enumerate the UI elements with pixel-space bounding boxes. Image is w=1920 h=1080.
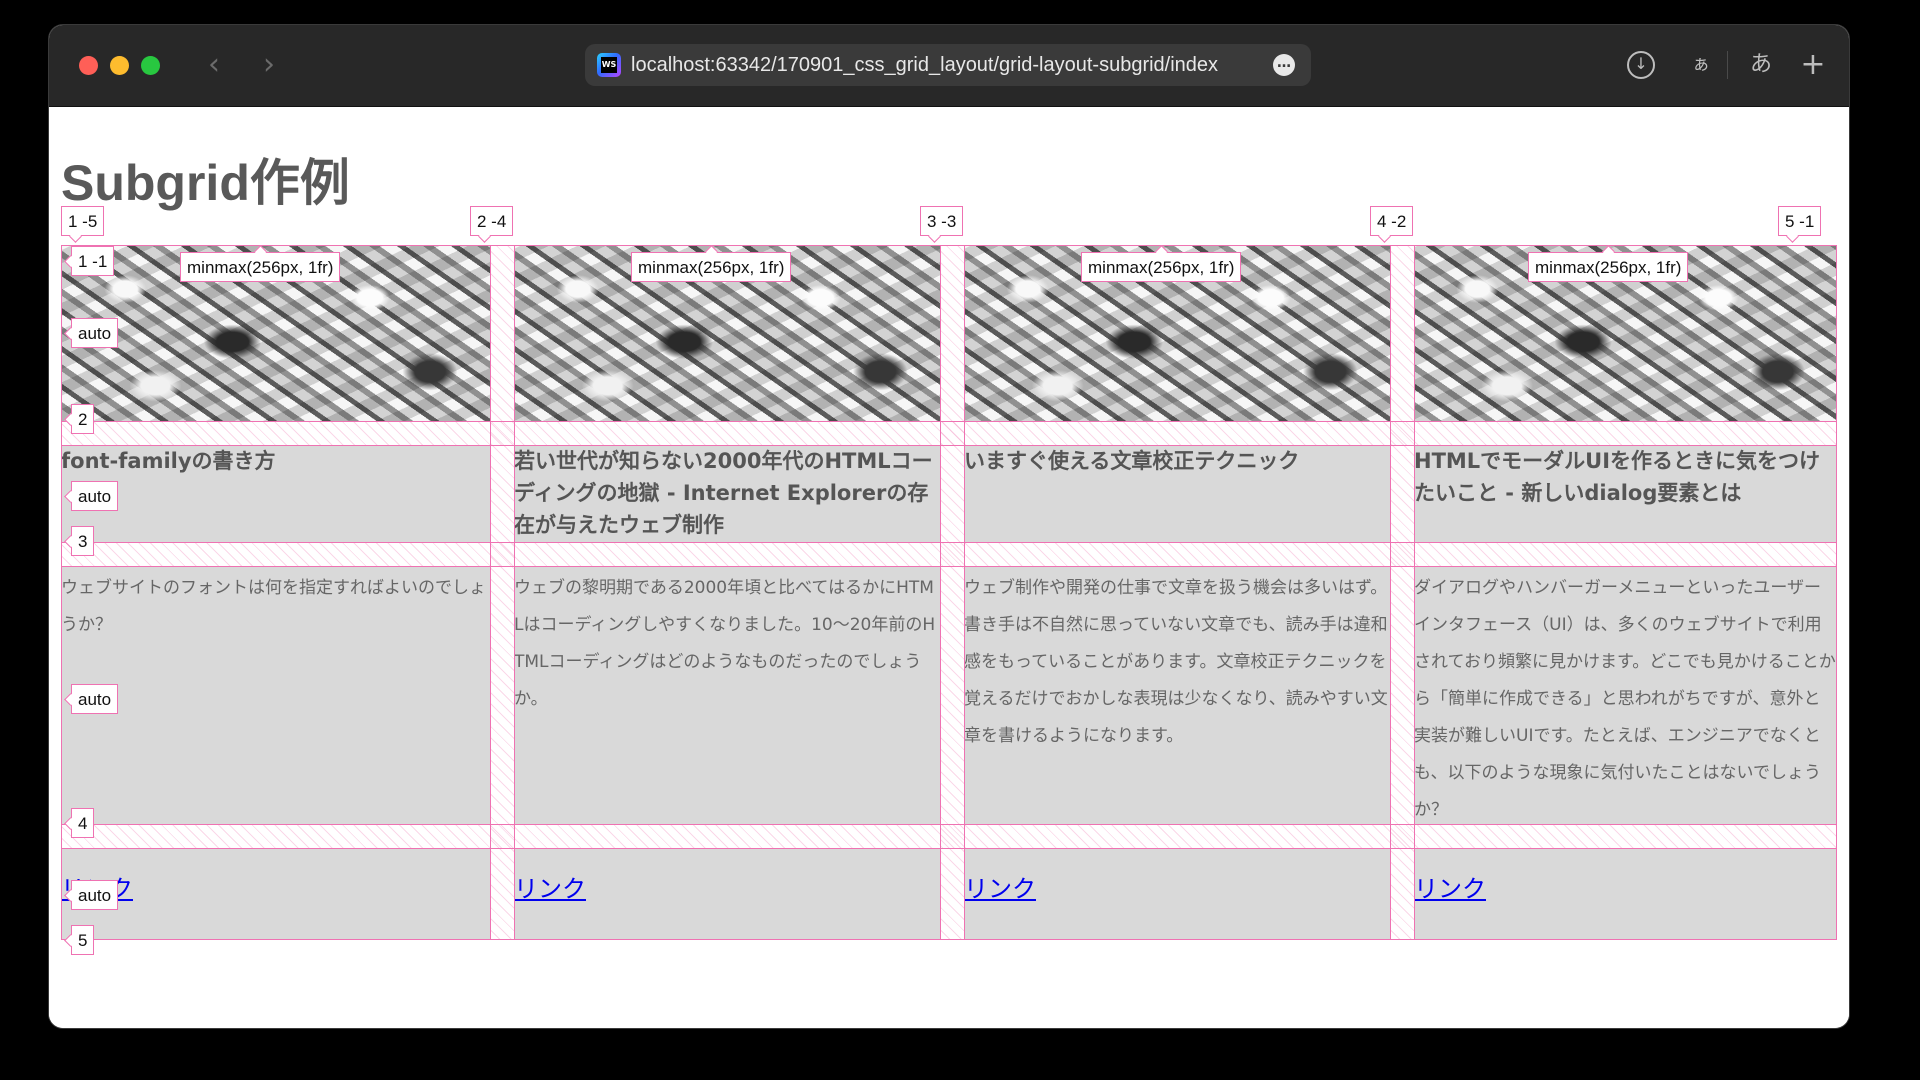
grid-line	[1390, 245, 1391, 940]
address-bar-url[interactable]: localhost:63342/170901_css_grid_layout/g…	[631, 44, 1251, 86]
row-line-label: 1 -1	[71, 246, 115, 276]
column-line-label: 4 -2	[1370, 206, 1414, 236]
column-track-size-label: minmax(256px, 1fr)	[1528, 252, 1689, 282]
hiragana-small-button[interactable]: ぁ	[1686, 45, 1716, 85]
row-track-size-label: auto	[71, 684, 119, 714]
row-line-label: 4	[71, 808, 95, 838]
grid-line	[61, 421, 1837, 422]
row-track-size-label: auto	[71, 880, 119, 910]
page-title: Subgrid作例	[61, 155, 350, 211]
grid-line	[61, 566, 1837, 567]
grid-line	[514, 245, 515, 940]
hiragana-large-button[interactable]: あ	[1743, 45, 1779, 85]
webstorm-icon: WS	[597, 53, 621, 77]
grid-line	[61, 824, 1837, 825]
grid-line	[490, 245, 491, 940]
row-line-label: 3	[71, 526, 95, 556]
forward-button[interactable]: ›	[254, 47, 284, 83]
zoom-window-button[interactable]	[141, 56, 160, 75]
grid-outline	[61, 245, 1837, 940]
grid-line	[964, 245, 965, 940]
row-line-label: 5	[71, 925, 95, 955]
row-line-label: 2	[71, 404, 95, 434]
column-line-label: 5 -1	[1778, 206, 1822, 236]
card-grid: font-familyの書き方 ウェブサイトのフォントは何を指定すればよいのでし…	[61, 245, 1837, 955]
grid-line	[1414, 245, 1415, 940]
column-track-size-label: minmax(256px, 1fr)	[631, 252, 792, 282]
grid-line	[61, 848, 1837, 849]
column-line-label: 2 -4	[470, 206, 514, 236]
download-icon: ↓	[1627, 51, 1655, 79]
browser-window: ‹ › WS localhost:63342/170901_css_grid_l…	[49, 25, 1849, 1028]
download-button[interactable]: ↓	[1622, 45, 1660, 85]
page-content: Subgrid作例 font-familyの書き方 ウェブサイトのフォントは何を…	[49, 107, 1849, 1028]
browser-toolbar: ‹ › WS localhost:63342/170901_css_grid_l…	[49, 25, 1849, 107]
row-track-size-label: auto	[71, 318, 119, 348]
column-track-size-label: minmax(256px, 1fr)	[1081, 252, 1242, 282]
address-bar[interactable]: WS localhost:63342/170901_css_grid_layou…	[585, 44, 1311, 86]
toolbar-separator	[1727, 51, 1728, 79]
column-line-label: 1 -5	[61, 206, 105, 236]
ellipsis-icon[interactable]: …	[1273, 54, 1295, 76]
close-window-button[interactable]	[79, 56, 98, 75]
grid-line	[940, 245, 941, 940]
column-line-label: 3 -3	[920, 206, 964, 236]
column-track-size-label: minmax(256px, 1fr)	[180, 252, 341, 282]
grid-line	[61, 445, 1837, 446]
minimize-window-button[interactable]	[110, 56, 129, 75]
back-button[interactable]: ‹	[199, 47, 229, 83]
row-track-size-label: auto	[71, 481, 119, 511]
new-tab-button[interactable]: +	[1795, 45, 1831, 85]
grid-line	[61, 542, 1837, 543]
